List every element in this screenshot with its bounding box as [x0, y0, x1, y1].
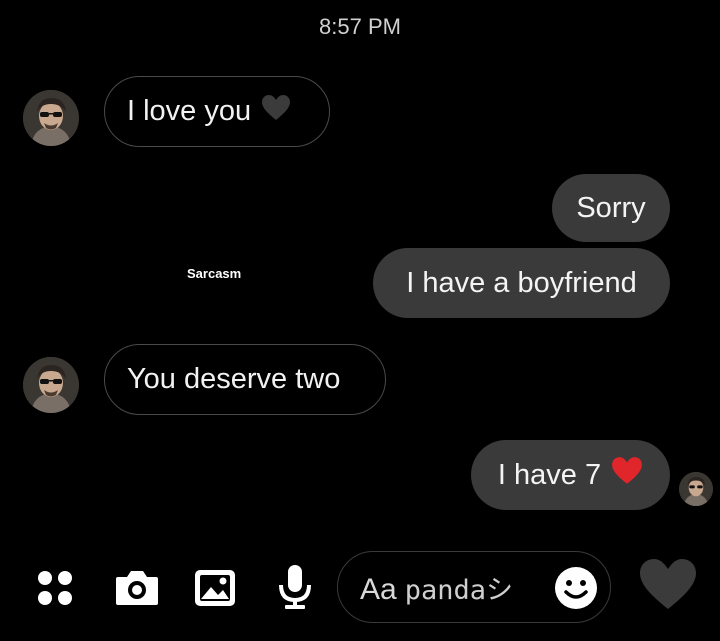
- caption-label: Sarcasm: [187, 266, 242, 281]
- compose-text: Aa pandaシ: [360, 568, 513, 607]
- avatar-photo: [679, 472, 713, 506]
- send-heart-icon[interactable]: [636, 556, 700, 614]
- message-text: I have a boyfriend: [406, 266, 637, 299]
- compose-aa: Aa: [360, 572, 397, 606]
- compose-typed: pandaシ: [404, 574, 513, 606]
- black-heart-icon: [261, 94, 291, 130]
- avatar-photo: [23, 357, 79, 413]
- avatar-photo: [23, 90, 79, 146]
- message-text: I love you: [127, 95, 252, 127]
- message-text: Sorry: [576, 191, 646, 224]
- seen-receipt-avatar: [679, 472, 713, 506]
- gallery-icon[interactable]: [189, 563, 241, 613]
- outgoing-message-bubble[interactable]: I have 7: [471, 440, 670, 510]
- outgoing-message-bubble[interactable]: I have a boyfriend: [373, 248, 670, 318]
- red-heart-icon: [611, 456, 643, 494]
- contact-avatar[interactable]: [23, 357, 79, 413]
- camera-icon[interactable]: [110, 562, 164, 612]
- incoming-message-bubble[interactable]: I love you: [104, 76, 330, 147]
- contact-avatar[interactable]: [23, 90, 79, 146]
- microphone-icon[interactable]: [270, 560, 320, 614]
- apps-icon[interactable]: [30, 563, 80, 613]
- emoji-icon[interactable]: [553, 565, 599, 611]
- message-timestamp: 8:57 PM: [319, 14, 401, 39]
- message-text: You deserve two: [127, 363, 341, 395]
- message-text: I have 7: [497, 458, 602, 491]
- incoming-message-bubble[interactable]: You deserve two: [104, 344, 386, 415]
- outgoing-message-bubble[interactable]: Sorry: [552, 174, 670, 242]
